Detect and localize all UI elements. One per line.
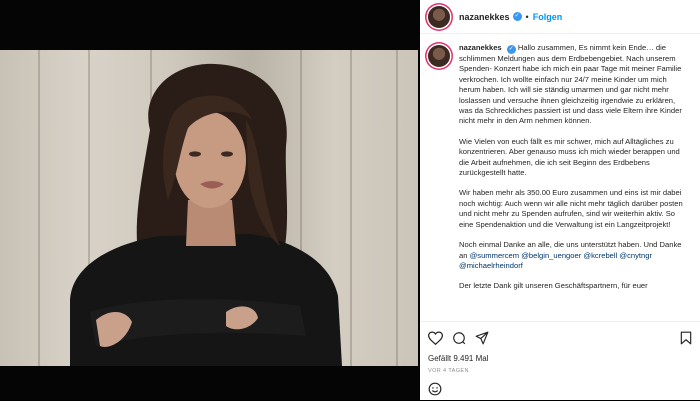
- caption-paragraph-2: Wie Vielen von euch fällt es mir schwer,…: [459, 136, 680, 178]
- mention-link[interactable]: @belgin_uengoer: [521, 251, 581, 260]
- mention-link[interactable]: @michaelrheindorf: [459, 261, 523, 270]
- caption-avatar[interactable]: [428, 45, 450, 67]
- caption-text: nazanekkes ✓ Hallo zusammen, Es nimmt ke…: [459, 43, 690, 292]
- caption-paragraph-1: Hallo zusammen, Es nimmt kein Ende… die …: [459, 43, 682, 126]
- share-icon[interactable]: [475, 331, 489, 345]
- author-username[interactable]: nazanekkes: [459, 12, 510, 22]
- post-media-area: [0, 0, 420, 400]
- caption-row: nazanekkes ✓ Hallo zusammen, Es nimmt ke…: [428, 43, 690, 292]
- avatar[interactable]: [428, 5, 450, 28]
- caption-username[interactable]: nazanekkes: [459, 43, 502, 52]
- comment-row: [428, 382, 692, 401]
- heart-icon[interactable]: [428, 331, 443, 345]
- action-icons-row: [428, 330, 692, 346]
- mention-link[interactable]: @kcrebell: [583, 251, 617, 260]
- caption-paragraph-5: Der letzte Dank gilt unseren Geschäftspa…: [459, 281, 648, 291]
- instagram-post-modal: nazanekkes ✓ • Folgen nazanekkes ✓ Hallo…: [0, 0, 700, 400]
- smiley-icon[interactable]: [428, 382, 442, 401]
- like-count[interactable]: Gefällt 9.491 Mal: [428, 354, 692, 363]
- post-header: nazanekkes ✓ • Folgen: [420, 0, 700, 34]
- mention-link[interactable]: @cnytngr: [619, 251, 652, 260]
- verified-badge-icon: ✓: [506, 45, 516, 54]
- post-side-panel: nazanekkes ✓ • Folgen nazanekkes ✓ Hallo…: [420, 0, 700, 400]
- comment-icon[interactable]: [452, 331, 466, 345]
- portrait-illustration: [70, 63, 342, 366]
- mention-link[interactable]: @summercem: [470, 251, 519, 260]
- follow-button[interactable]: Folgen: [533, 12, 563, 22]
- caption-paragraph-4: Noch einmal Danke an alle, die uns unter…: [459, 240, 690, 271]
- caption-paragraph-3: Wir haben mehr als 350.00 Euro zusammen …: [459, 188, 683, 229]
- post-age: VOR 4 TAGEN: [428, 368, 469, 374]
- post-photo[interactable]: [0, 50, 418, 366]
- caption-area[interactable]: nazanekkes ✓ Hallo zusammen, Es nimmt ke…: [420, 34, 700, 321]
- verified-badge-icon: ✓: [512, 12, 522, 21]
- bookmark-icon[interactable]: [680, 331, 692, 345]
- separator-dot: •: [525, 11, 529, 22]
- post-actions: Gefällt 9.491 Mal VOR 4 TAGEN: [420, 321, 700, 400]
